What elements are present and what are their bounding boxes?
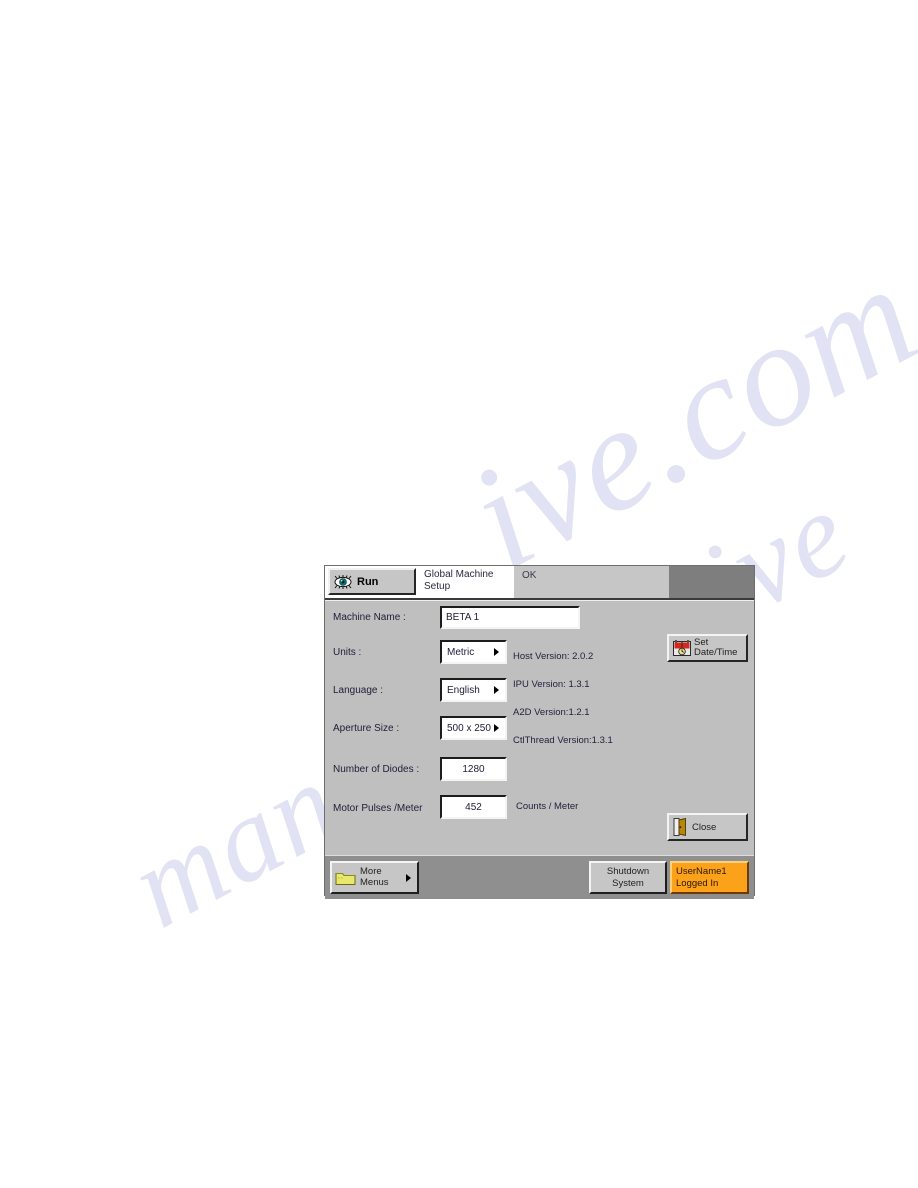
machine-name-label: Machine Name : xyxy=(333,612,406,623)
status-text: OK xyxy=(514,566,669,598)
units-dropdown[interactable]: Metric xyxy=(440,640,507,664)
aperture-size-label: Aperture Size : xyxy=(333,723,400,734)
shutdown-line2: System xyxy=(612,877,644,889)
door-icon xyxy=(673,818,689,836)
calendar-icon xyxy=(673,639,691,657)
machine-name-input[interactable]: BETA 1 xyxy=(440,606,580,629)
run-button-label: Run xyxy=(357,575,379,588)
language-dropdown-value: English xyxy=(447,684,480,696)
chevron-right-icon xyxy=(494,724,499,732)
chevron-right-icon xyxy=(405,873,411,882)
shutdown-system-button[interactable]: Shutdown System xyxy=(589,861,667,894)
more-menus-button[interactable]: More Menus xyxy=(330,861,419,894)
more-menus-label: More Menus xyxy=(360,866,389,888)
header-right-filler xyxy=(669,566,754,598)
screen-title: Global Machine Setup xyxy=(416,566,514,598)
host-version-text: Host Version: 2.0.2 xyxy=(513,651,594,662)
aperture-size-dropdown[interactable]: 500 x 250 xyxy=(440,716,507,740)
shutdown-line1: Shutdown xyxy=(606,866,650,877)
more-menus-line2: Menus xyxy=(360,876,389,888)
user-login-status-badge[interactable]: UserName1 Logged In xyxy=(670,861,749,894)
number-of-diodes-input[interactable]: 1280 xyxy=(440,757,507,781)
counts-per-meter-label: Counts / Meter xyxy=(516,801,579,812)
machine-hmi-panel: Run Global Machine Setup OK Machine Name… xyxy=(324,565,755,899)
ctlthread-version-text: CtlThread Version:1.3.1 xyxy=(513,735,613,746)
units-dropdown-value: Metric xyxy=(447,646,475,658)
run-button[interactable]: Run xyxy=(328,568,416,595)
aperture-size-dropdown-value: 500 x 250 xyxy=(447,722,491,734)
number-of-diodes-label: Number of Diodes : xyxy=(333,764,420,775)
screen-title-line1: Global Machine xyxy=(424,569,494,580)
ipu-version-text: IPU Version: 1.3.1 xyxy=(513,679,590,690)
close-button[interactable]: Close xyxy=(667,813,748,841)
eye-icon xyxy=(333,574,353,589)
motor-pulses-label: Motor Pulses /Meter xyxy=(333,803,423,814)
set-date-time-label: Set Date/Time xyxy=(694,637,738,659)
a2d-version-text: A2D Version:1.2.1 xyxy=(513,707,590,718)
user-name-text: UserName1 xyxy=(676,866,727,877)
set-date-time-line2: Date/Time xyxy=(694,647,738,658)
folder-icon xyxy=(335,870,356,886)
more-menus-line1: More xyxy=(360,866,382,877)
logged-in-text: Logged In xyxy=(676,877,719,889)
chevron-right-icon xyxy=(494,648,499,656)
chevron-right-icon xyxy=(494,686,499,694)
units-label: Units : xyxy=(333,647,362,658)
shutdown-system-label: Shutdown System xyxy=(607,866,649,889)
language-label: Language : xyxy=(333,685,384,696)
panel-footer: More Menus Shutdown System UserName1 Log… xyxy=(325,855,754,899)
close-button-label: Close xyxy=(692,821,717,833)
watermark-text-a: ive.com xyxy=(443,230,918,602)
panel-header: Run Global Machine Setup OK xyxy=(325,566,754,600)
language-dropdown[interactable]: English xyxy=(440,678,507,702)
set-date-time-button[interactable]: Set Date/Time xyxy=(667,634,748,662)
motor-pulses-input[interactable]: 452 xyxy=(440,795,507,819)
panel-body: Machine Name : Units : Language : Apertu… xyxy=(325,600,754,855)
screen-title-line2: Setup xyxy=(424,580,451,592)
